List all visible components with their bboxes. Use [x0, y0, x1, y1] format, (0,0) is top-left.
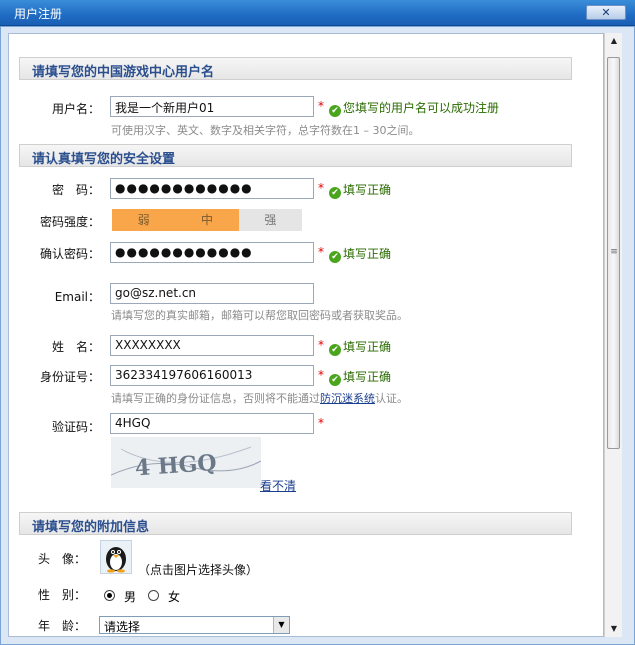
captcha-noise: 4 HGQ — [111, 437, 261, 488]
email-input[interactable]: go@sz.net.cn — [110, 283, 314, 304]
grip-icon: ≡ — [610, 247, 618, 257]
strength-medium: 中 — [175, 209, 239, 231]
avatar-hint: （点击图片选择头像） — [138, 563, 259, 577]
vertical-scrollbar[interactable]: ▲ ≡ ▼ — [604, 33, 622, 637]
idcard-hint: 请填写正确的身份证信息，否则将不能通过防沉迷系统认证。 — [111, 390, 408, 406]
scroll-up-icon[interactable]: ▲ — [605, 33, 623, 49]
username-required-mark: * — [318, 99, 324, 113]
age-label: 年 龄： — [37, 619, 86, 633]
captcha-required-mark: * — [318, 416, 324, 430]
name-label: 姓 名： — [51, 340, 100, 354]
check-icon: ✔ — [329, 344, 341, 356]
section-username-title: 请填写您的中国游戏中心用户名 — [32, 65, 215, 80]
idcard-input[interactable]: 362334197606160013 — [110, 365, 314, 386]
name-status-text: 填写正确 — [343, 340, 392, 354]
confirm-status-text: 填写正确 — [343, 247, 392, 261]
gender-female-label: 女 — [168, 590, 181, 604]
avatar-image[interactable] — [100, 540, 132, 574]
username-hint: 可使用汉字、英文、数字及相关字符，总字符数在1 – 30之间。 — [111, 124, 420, 137]
check-icon: ✔ — [329, 105, 341, 117]
section-security-title: 请认真填写您的安全设置 — [32, 152, 176, 167]
confirm-required-mark: * — [318, 245, 324, 259]
section-security-header: 请认真填写您的安全设置 — [19, 144, 572, 167]
check-icon: ✔ — [329, 374, 341, 386]
penguin-icon — [106, 547, 126, 573]
password-status: ✔ 填写正确 — [329, 181, 391, 199]
strength-label: 密码强度： — [39, 215, 100, 229]
username-input[interactable]: 我是一个新用户01 — [110, 96, 314, 117]
gender-female-radio[interactable] — [148, 590, 159, 601]
idcard-hint-suffix: 认证。 — [375, 392, 408, 405]
name-status: ✔ 填写正确 — [329, 338, 391, 356]
idcard-hint-prefix: 请填写正确的身份证信息，否则将不能通过 — [111, 392, 320, 405]
avatar-label: 头 像： — [37, 552, 86, 566]
section-username-header: 请填写您的中国游戏中心用户名 — [19, 57, 572, 80]
password-label: 密 码： — [51, 183, 100, 197]
captcha-refresh-link[interactable]: 看不清 — [260, 477, 296, 494]
name-input[interactable]: XXXXXXXX — [110, 335, 314, 356]
section-extra-title: 请填写您的附加信息 — [32, 520, 150, 535]
check-icon: ✔ — [329, 187, 341, 199]
confirm-password-input[interactable]: ●●●●●●●●●●●● — [110, 242, 314, 263]
idcard-status: ✔ 填写正确 — [329, 368, 391, 386]
gender-male-label: 男 — [124, 590, 137, 604]
check-icon: ✔ — [329, 251, 341, 263]
password-status-text: 填写正确 — [343, 183, 392, 197]
anti-addiction-link[interactable]: 防沉迷系统 — [320, 392, 375, 405]
title-bar: 用户注册 ✕ — [0, 0, 635, 26]
email-label: Email： — [54, 290, 100, 304]
idcard-required-mark: * — [318, 368, 324, 382]
close-button[interactable]: ✕ — [586, 5, 626, 20]
captcha-label: 验证码： — [51, 420, 100, 434]
strength-weak: 弱 — [112, 209, 176, 231]
scrollbar-thumb[interactable]: ≡ — [607, 57, 620, 449]
scroll-down-icon[interactable]: ▼ — [605, 621, 623, 637]
username-label: 用户名： — [51, 102, 100, 116]
window-title: 用户注册 — [14, 7, 63, 21]
name-required-mark: * — [318, 338, 324, 352]
username-status: ✔ 您填写的用户名可以成功注册 — [329, 99, 499, 117]
gender-male-radio[interactable] — [104, 590, 115, 601]
idcard-label: 身份证号： — [39, 370, 100, 384]
username-status-text: 您填写的用户名可以成功注册 — [343, 101, 500, 115]
confirm-status: ✔ 填写正确 — [329, 245, 391, 263]
gender-label: 性 别： — [37, 588, 86, 602]
age-select[interactable]: 请选择 ▼ — [99, 616, 290, 634]
email-hint: 请填写您的真实邮箱，邮箱可以帮您取回密码或者获取奖品。 — [111, 309, 408, 322]
captcha-image[interactable]: 4 HGQ — [111, 437, 261, 488]
confirm-password-label: 确认密码： — [39, 247, 100, 261]
chevron-down-icon[interactable]: ▼ — [273, 617, 289, 633]
captcha-input[interactable]: 4HGQ — [110, 413, 314, 434]
section-extra-header: 请填写您的附加信息 — [19, 512, 572, 535]
password-input[interactable]: ●●●●●●●●●●●● — [110, 178, 314, 199]
password-required-mark: * — [318, 181, 324, 195]
idcard-status-text: 填写正确 — [343, 370, 392, 384]
strength-strong: 强 — [238, 209, 302, 231]
password-strength-meter: 弱 中 强 — [112, 209, 302, 231]
age-select-value: 请选择 — [104, 620, 141, 634]
